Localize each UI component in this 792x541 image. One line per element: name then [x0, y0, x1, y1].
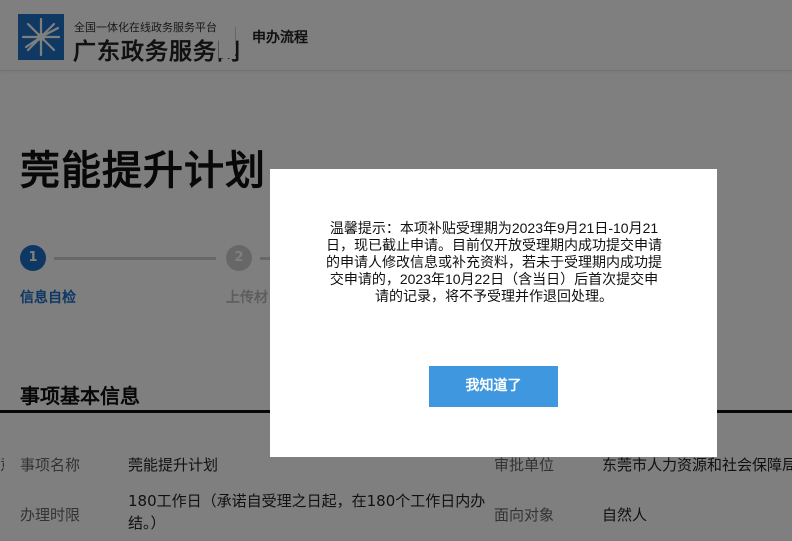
- notice-message: 温馨提示：本项补贴受理期为2023年9月21日-10月21日，现已截止申请。目前…: [326, 220, 662, 304]
- confirm-button[interactable]: 我知道了: [429, 366, 558, 407]
- notice-dialog: 温馨提示：本项补贴受理期为2023年9月21日-10月21日，现已截止申请。目前…: [270, 169, 717, 457]
